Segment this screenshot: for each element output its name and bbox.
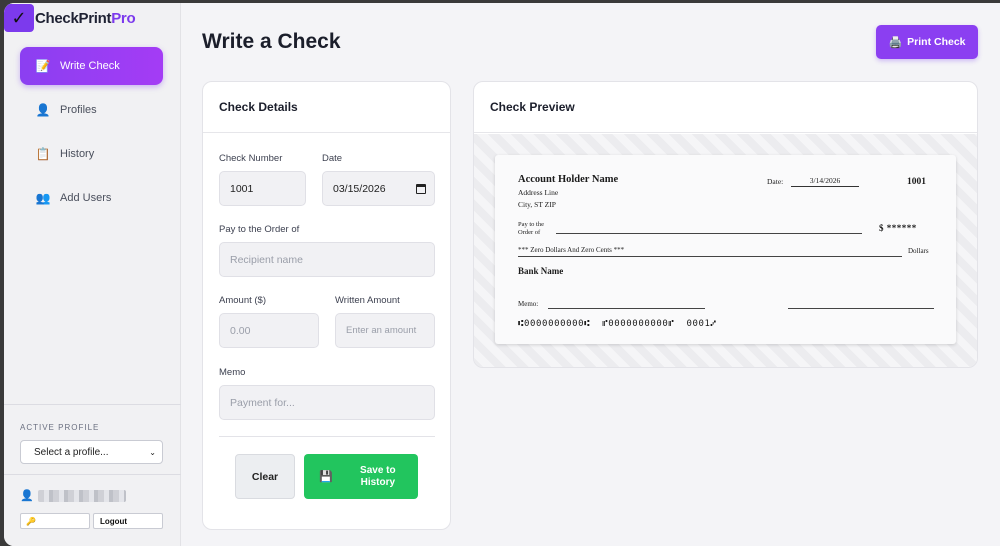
sidebar: ✓ CheckPrintPro 📝 Write Check 👤 Profiles… <box>4 3 181 546</box>
memo-input[interactable]: Payment for... <box>219 385 435 420</box>
date-value: 03/15/2026 <box>333 182 386 195</box>
users-icon: 👥 <box>35 191 51 205</box>
app-window: ✓ CheckPrintPro 📝 Write Check 👤 Profiles… <box>4 3 1000 546</box>
clear-button[interactable]: Clear <box>235 454 295 499</box>
date-input[interactable]: 03/15/2026 <box>322 171 435 206</box>
logo-main-text: CheckPrint <box>35 9 112 27</box>
payee-input[interactable]: Recipient name <box>219 242 435 277</box>
check-preview-card: Check Preview Account Holder Name Addres… <box>473 81 978 368</box>
account-holder-name: Account Holder Name <box>518 174 619 185</box>
sidebar-nav: 📝 Write Check 👤 Profiles 📋 History 👥 Add… <box>20 47 163 223</box>
memo-display-label: Memo: <box>518 300 539 308</box>
check-details-title: Check Details <box>203 82 450 133</box>
printer-icon: 🖨️ <box>888 36 903 49</box>
page-title: Write a Check <box>202 30 341 53</box>
user-icon: 👤 <box>20 490 34 502</box>
user-icon: 👤 <box>35 103 51 117</box>
written-amount-label: Written Amount <box>335 295 400 306</box>
sidebar-item-label: Add Users <box>60 192 112 204</box>
user-info: 👤 <box>20 489 126 502</box>
sidebar-item-profiles[interactable]: 👤 Profiles <box>20 91 163 129</box>
date-label: Date <box>322 153 343 164</box>
amount-label: Amount ($) <box>219 295 266 306</box>
check-preview: Account Holder Name Address Line City, S… <box>495 155 956 344</box>
print-check-button[interactable]: 🖨️ Print Check <box>876 25 978 59</box>
check-date-label: Date: <box>767 177 784 186</box>
profile-select[interactable]: Select a profile... ⌄ <box>20 440 163 464</box>
sidebar-item-label: Profiles <box>60 104 97 116</box>
check-details-card: Check Details Check Number 1001 Date 03/… <box>202 81 451 530</box>
change-password-button[interactable]: 🔑 <box>20 513 90 529</box>
sidebar-divider <box>4 474 181 475</box>
check-number-input[interactable]: 1001 <box>219 171 306 206</box>
floppy-disk-icon: 💾 <box>319 471 333 483</box>
dollars-label: Dollars <box>908 247 929 255</box>
form-divider <box>219 436 435 437</box>
sidebar-item-add-users[interactable]: 👥 Add Users <box>20 179 163 217</box>
payee-line <box>556 233 862 234</box>
calendar-icon[interactable] <box>416 184 426 194</box>
micr-line: ⑆0000000000⑆ ⑈0000000000⑈ 0001⑇ <box>518 319 717 329</box>
save-to-history-label: Save to History <box>360 464 396 488</box>
payee-label: Pay to the Order of <box>219 224 300 235</box>
logo-text: CheckPrintPro <box>35 9 136 27</box>
check-preview-title: Check Preview <box>474 82 977 133</box>
check-amount: $ ****** <box>879 223 917 233</box>
memo-label: Memo <box>219 367 246 378</box>
chevron-down-icon: ⌄ <box>149 447 156 457</box>
bank-name: Bank Name <box>518 266 564 276</box>
check-number-label: Check Number <box>219 153 283 164</box>
written-amount-display: *** Zero Dollars And Zero Cents *** <box>518 246 902 257</box>
sidebar-item-label: History <box>60 148 95 160</box>
check-preview-area: Account Holder Name Address Line City, S… <box>474 134 977 367</box>
sidebar-item-history[interactable]: 📋 History <box>20 135 163 173</box>
signature-line <box>788 308 934 309</box>
pay-to-label: Pay to the Order of <box>518 221 544 236</box>
clipboard-icon: 📋 <box>35 147 51 161</box>
sidebar-item-label: Write Check <box>60 60 120 72</box>
pencil-note-icon: 📝 <box>35 59 51 73</box>
sidebar-item-write-check[interactable]: 📝 Write Check <box>20 47 163 85</box>
logo[interactable]: ✓ CheckPrintPro <box>4 3 136 33</box>
logout-button[interactable]: Logout <box>93 513 163 529</box>
check-number-display: 1001 <box>907 177 926 187</box>
amount-input[interactable]: 0.00 <box>219 313 319 348</box>
city-line: City, ST ZIP <box>518 200 556 209</box>
check-mark-icon: ✓ <box>4 4 34 32</box>
key-icon: 🔑 <box>26 516 36 526</box>
check-date-value: 3/14/2026 <box>791 176 859 187</box>
print-check-label: Print Check <box>907 36 966 48</box>
memo-line <box>548 308 705 309</box>
save-to-history-button[interactable]: 💾 Save to History <box>304 454 418 499</box>
redacted-username <box>38 489 126 502</box>
active-profile-label: ACTIVE PROFILE <box>20 423 100 432</box>
address-line: Address Line <box>518 188 559 197</box>
written-amount-input[interactable]: Enter an amount <box>335 313 435 348</box>
sidebar-divider <box>4 404 181 405</box>
profile-select-value: Select a profile... <box>34 446 109 458</box>
logo-accent-text: Pro <box>111 9 136 27</box>
